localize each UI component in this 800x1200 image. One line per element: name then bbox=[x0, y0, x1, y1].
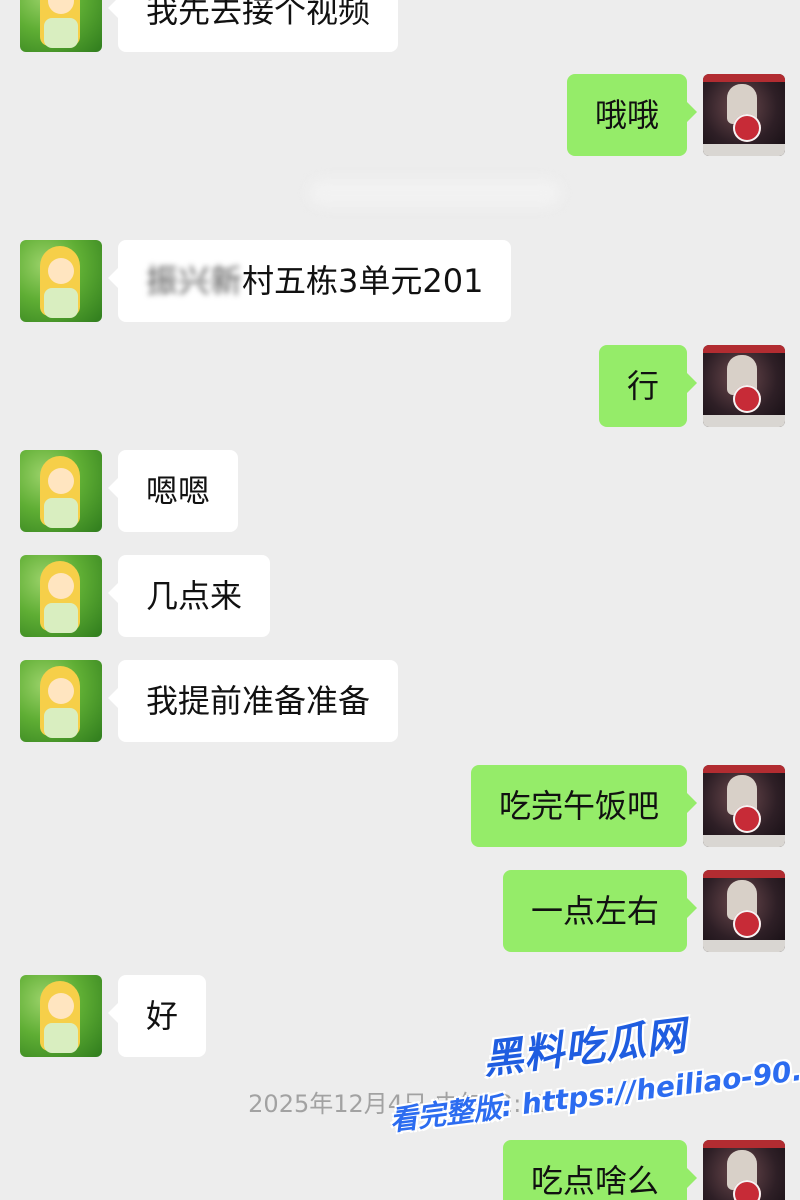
outgoing-message-bubble[interactable]: 一点左右 bbox=[502, 870, 698, 952]
message-text: 行 bbox=[626, 367, 659, 405]
message-text: 我提前准备准备 bbox=[146, 682, 371, 720]
avatar-ball bbox=[733, 1180, 761, 1200]
message-row: 我先去接个视频 bbox=[0, 0, 800, 52]
message-text: 我先去接个视频 bbox=[146, 0, 371, 30]
message-text: 村五栋3单元201 bbox=[242, 262, 484, 300]
message-text: 吃点啥么 bbox=[530, 1162, 659, 1200]
redacted-text: 振兴新 bbox=[146, 262, 243, 300]
avatar-ball bbox=[733, 910, 761, 938]
self-avatar[interactable] bbox=[703, 765, 785, 847]
message-row: 吃完午饭吧 bbox=[0, 765, 800, 847]
message-row: 嗯嗯 bbox=[0, 450, 800, 532]
friend-avatar[interactable] bbox=[20, 0, 102, 52]
incoming-message-bubble[interactable]: 我提前准备准备 bbox=[107, 660, 399, 742]
avatar-body bbox=[44, 603, 78, 633]
blurred-redaction bbox=[310, 180, 560, 206]
incoming-message-bubble[interactable]: 我先去接个视频 bbox=[107, 0, 399, 52]
avatar-ball bbox=[733, 385, 761, 413]
avatar-face bbox=[48, 258, 74, 284]
incoming-message-bubble[interactable]: 嗯嗯 bbox=[107, 450, 239, 532]
friend-avatar[interactable] bbox=[20, 660, 102, 742]
message-row: 一点左右 bbox=[0, 870, 800, 952]
friend-avatar[interactable] bbox=[20, 240, 102, 322]
message-row: 行 bbox=[0, 345, 800, 427]
message-row: 我提前准备准备 bbox=[0, 660, 800, 742]
self-avatar[interactable] bbox=[703, 345, 785, 427]
avatar-face bbox=[48, 993, 74, 1019]
friend-avatar[interactable] bbox=[20, 975, 102, 1057]
message-row: 几点来 bbox=[0, 555, 800, 637]
avatar-body bbox=[44, 288, 78, 318]
chat-view: 我先去接个视频 哦哦 振兴新村五栋3单元201 行 嗯嗯 几点来 我提前准备准备… bbox=[0, 0, 800, 1200]
message-text: 嗯嗯 bbox=[146, 472, 211, 510]
avatar-face bbox=[48, 678, 74, 704]
friend-avatar[interactable] bbox=[20, 555, 102, 637]
avatar-face bbox=[48, 573, 74, 599]
message-text: 一点左右 bbox=[530, 892, 659, 930]
avatar-face bbox=[48, 468, 74, 494]
avatar-body bbox=[44, 1023, 78, 1053]
message-row: 哦哦 bbox=[0, 74, 800, 156]
avatar-ball bbox=[733, 805, 761, 833]
outgoing-message-bubble[interactable]: 哦哦 bbox=[566, 74, 698, 156]
avatar-body bbox=[44, 18, 78, 48]
message-text: 好 bbox=[146, 997, 179, 1035]
message-text: 哦哦 bbox=[594, 96, 659, 134]
self-avatar[interactable] bbox=[703, 1140, 785, 1200]
outgoing-message-bubble[interactable]: 吃完午饭吧 bbox=[470, 765, 698, 847]
self-avatar[interactable] bbox=[703, 870, 785, 952]
incoming-message-bubble[interactable]: 几点来 bbox=[107, 555, 271, 637]
message-row: 振兴新村五栋3单元201 bbox=[0, 240, 800, 322]
incoming-message-bubble[interactable]: 好 bbox=[107, 975, 207, 1057]
message-text: 吃完午饭吧 bbox=[498, 787, 659, 825]
outgoing-message-bubble[interactable]: 行 bbox=[598, 345, 698, 427]
friend-avatar[interactable] bbox=[20, 450, 102, 532]
avatar-body bbox=[44, 498, 78, 528]
incoming-message-bubble[interactable]: 振兴新村五栋3单元201 bbox=[107, 240, 512, 322]
message-text: 几点来 bbox=[146, 577, 243, 615]
self-avatar[interactable] bbox=[703, 74, 785, 156]
avatar-ball bbox=[733, 114, 761, 142]
avatar-body bbox=[44, 708, 78, 738]
